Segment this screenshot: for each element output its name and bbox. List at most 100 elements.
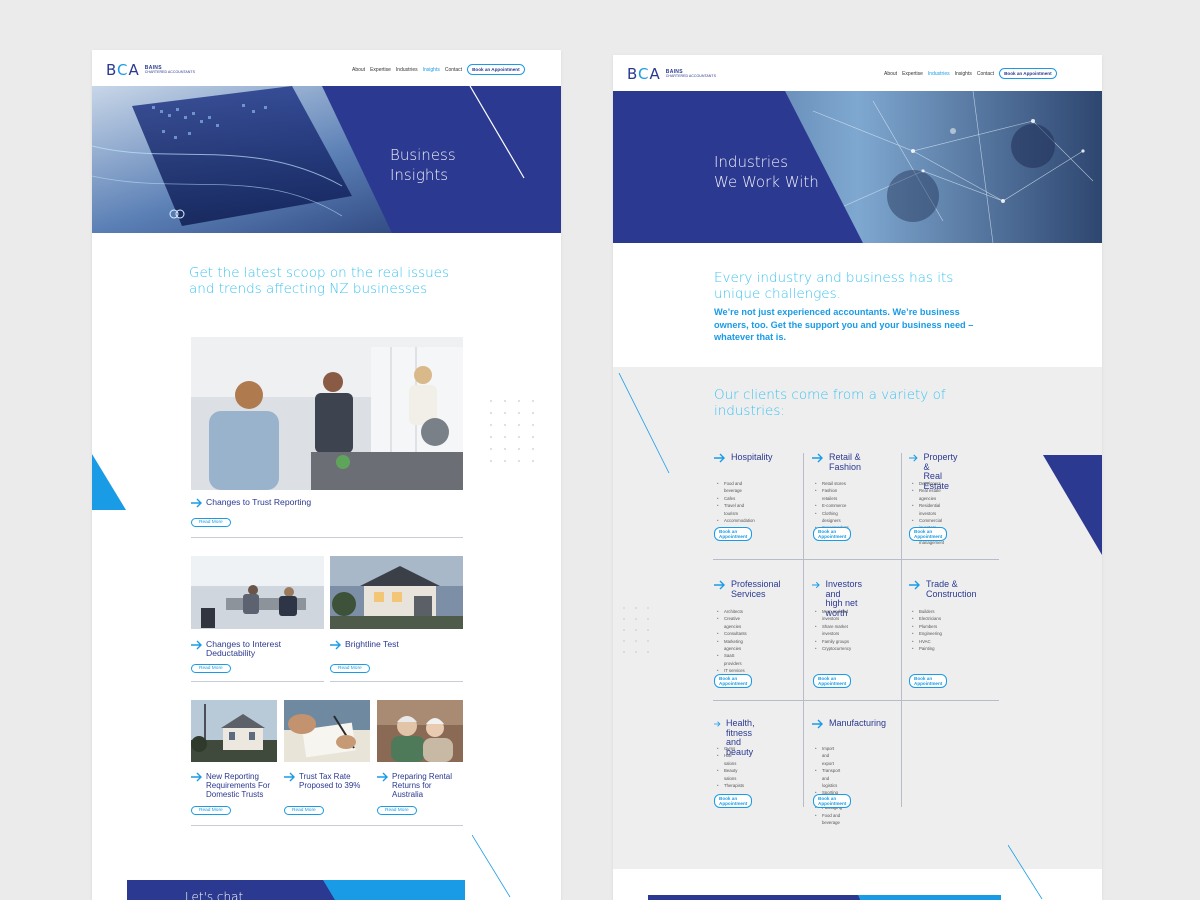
- article-card[interactable]: Changes to Interest Deductability Read M…: [191, 556, 324, 676]
- arrow-right-icon: [330, 640, 341, 650]
- logo-tagline: CHARTERED ACCOUNTANTS: [665, 73, 716, 78]
- arrow-right-icon: [812, 581, 820, 589]
- brand-logo[interactable]: BCA BAINS CHARTERED ACCOUNTANTS: [106, 61, 195, 79]
- nav-expertise[interactable]: Expertise: [370, 67, 391, 73]
- nav-expertise[interactable]: Expertise: [902, 71, 923, 77]
- industry-title: Health, fitness: [726, 718, 755, 738]
- arrow-right-icon: [909, 580, 920, 590]
- industry-item: Marketing agencies: [717, 638, 749, 653]
- industry-item: Mum and dad investors: [815, 608, 851, 623]
- lets-chat-heading: Let's chat: [185, 890, 244, 900]
- arrow-right-icon: [191, 498, 202, 508]
- industry-item: Fashion retailers: [815, 487, 849, 502]
- article-card[interactable]: Preparing Rental Returns for Australia R…: [377, 700, 463, 820]
- industry-item: Beauty salons: [717, 767, 744, 782]
- arrow-right-icon: [812, 453, 823, 463]
- industry-title: Construction: [926, 588, 977, 599]
- industry-item: Travel and tourism: [717, 502, 755, 517]
- article-title[interactable]: Trust Tax Rate Proposed to 39%: [299, 772, 370, 790]
- book-appointment-button[interactable]: Book an Appointment: [714, 794, 753, 808]
- lead-line1: Get the latest scoop on the real issues: [189, 265, 450, 281]
- nav-industries[interactable]: Industries: [396, 67, 418, 73]
- decor-triangle: [92, 454, 126, 510]
- book-appointment-button[interactable]: Book an Appointment: [467, 64, 525, 75]
- book-appointment-button[interactable]: Book an Appointment: [909, 674, 948, 688]
- industry-list: Retail stores Fashion retailers E-commer…: [815, 480, 849, 532]
- nav-contact[interactable]: Contact: [977, 71, 994, 77]
- book-appointment-button[interactable]: Book an Appointment: [714, 674, 753, 688]
- divider: [191, 681, 324, 682]
- article-title[interactable]: Changes to Interest Deductability: [206, 640, 324, 658]
- industry-item: Residential investors: [912, 502, 944, 517]
- nav-about[interactable]: About: [884, 71, 897, 77]
- article-card[interactable]: Brightline Test Read More: [330, 556, 463, 676]
- read-more-button[interactable]: Read More: [377, 806, 417, 815]
- article-title[interactable]: Preparing Rental Returns for Australia: [392, 772, 463, 799]
- industry-item: Family groups: [815, 638, 851, 646]
- grid-divider: [901, 453, 902, 807]
- industry-item: HVAC: [912, 638, 942, 646]
- book-appointment-button[interactable]: Book an Appointment: [714, 527, 753, 541]
- article-card[interactable]: Changes to Trust Reporting Read More: [191, 337, 463, 537]
- hero-network-image: [613, 91, 1102, 243]
- hero-title: Industries We Work With: [714, 153, 819, 192]
- grid-divider: [713, 700, 999, 701]
- divider: [330, 681, 463, 682]
- industry-item: Creative agencies: [717, 615, 749, 630]
- industry-title: Hospitality: [731, 452, 773, 462]
- industry-list: Food and beverage Cafes Travel and touri…: [717, 480, 755, 525]
- read-more-button[interactable]: Read More: [191, 518, 231, 527]
- industry-title: Manufacturing: [829, 718, 887, 728]
- footer-banner: [648, 891, 1001, 900]
- hero-title-line1: Business: [390, 146, 456, 164]
- read-more-button[interactable]: Read More: [284, 806, 324, 815]
- industry-title: Services: [731, 588, 766, 599]
- sub-line3: whatever that is.: [714, 332, 786, 342]
- article-image-signing: [284, 700, 370, 762]
- article-title[interactable]: Changes to Trust Reporting: [206, 498, 311, 507]
- arrow-right-icon: [714, 580, 725, 590]
- grid-divider: [713, 559, 999, 560]
- nav-industries[interactable]: Industries: [928, 71, 950, 77]
- lead-line1: Every industry and business has its: [714, 270, 954, 286]
- read-more-button[interactable]: Read More: [191, 664, 231, 673]
- read-more-button[interactable]: Read More: [191, 806, 231, 815]
- article-title[interactable]: Brightline Test: [345, 640, 399, 649]
- decor-dots: [490, 400, 534, 462]
- industry-list: Gyms Hair salons Beauty salons Therapist…: [717, 745, 744, 790]
- article-image-boardroom: [191, 556, 324, 629]
- nav-insights[interactable]: Insights: [423, 67, 440, 73]
- book-appointment-button[interactable]: Book an Appointment: [813, 794, 852, 808]
- book-appointment-button[interactable]: Book an Appointment: [999, 68, 1057, 79]
- nav-about[interactable]: About: [352, 67, 365, 73]
- decor-line: [1008, 845, 1043, 900]
- book-appointment-button[interactable]: Book an Appointment: [909, 527, 948, 541]
- sub-line1: We’re not just experienced accountants. …: [714, 307, 960, 317]
- main-menu: About Expertise Industries Insights Cont…: [352, 64, 525, 75]
- clients-heading: Our clients come from a variety of indus…: [714, 387, 1014, 419]
- decor-dots: [623, 607, 649, 653]
- industry-item: Therapists: [717, 782, 744, 790]
- industry-item: Food and beverage: [815, 812, 842, 827]
- brand-logo[interactable]: BCA BAINS CHARTERED ACCOUNTANTS: [627, 65, 716, 83]
- divider: [191, 825, 463, 826]
- industry-item: Import and export: [815, 745, 842, 767]
- article-card[interactable]: New Reporting Requirements For Domestic …: [191, 700, 277, 820]
- industries-lead-subtext: We’re not just experienced accountants. …: [714, 306, 1084, 344]
- arrow-right-icon: [714, 721, 721, 727]
- industry-list: Builders Electricians Plumbers Engineeri…: [912, 608, 942, 653]
- industry-item: Food and beverage: [717, 480, 755, 495]
- article-card[interactable]: Trust Tax Rate Proposed to 39% Read More: [284, 700, 370, 820]
- logo-mark: BCA: [106, 61, 140, 79]
- industry-title: Property &: [923, 452, 958, 472]
- book-appointment-button[interactable]: Book an Appointment: [813, 527, 852, 541]
- read-more-button[interactable]: Read More: [330, 664, 370, 673]
- industries-page-mockup: BCA BAINS CHARTERED ACCOUNTANTS About Ex…: [613, 55, 1102, 900]
- arrow-right-icon: [377, 772, 388, 782]
- hero-title-line2: We Work With: [714, 172, 819, 191]
- book-appointment-button[interactable]: Book an Appointment: [813, 674, 852, 688]
- article-title[interactable]: New Reporting Requirements For Domestic …: [206, 772, 277, 799]
- industry-item: Cafes: [717, 495, 755, 503]
- nav-contact[interactable]: Contact: [445, 67, 462, 73]
- nav-insights[interactable]: Insights: [955, 71, 972, 77]
